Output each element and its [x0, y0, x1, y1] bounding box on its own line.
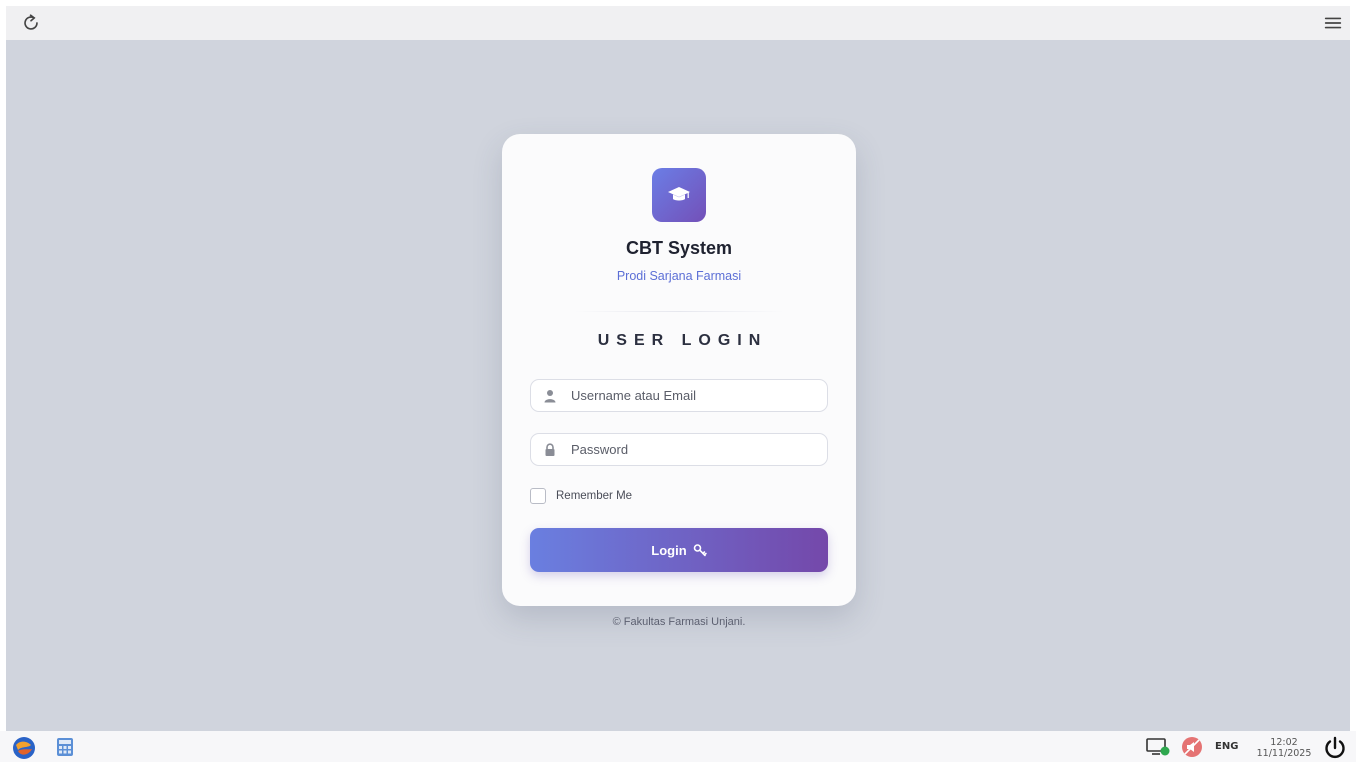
- key-icon: [693, 544, 707, 557]
- power-icon[interactable]: [1322, 735, 1348, 761]
- start-menu-icon[interactable]: [12, 736, 36, 760]
- app-subtitle: Prodi Sarjana Farmasi: [616, 269, 742, 283]
- network-icon[interactable]: [1146, 738, 1170, 756]
- username-field[interactable]: [530, 379, 828, 412]
- app-logo: [652, 168, 706, 222]
- app-title: CBT System: [625, 238, 733, 258]
- user-icon: [544, 390, 556, 403]
- lock-icon: [545, 443, 555, 456]
- login-heading: USER LOGIN: [597, 332, 768, 349]
- browser-toolbar: [6, 6, 1350, 40]
- copyright-text: © Fakultas Farmasi Unjani.: [612, 616, 746, 628]
- reload-icon[interactable]: [20, 12, 42, 34]
- remember-me[interactable]: Remember Me: [530, 487, 632, 505]
- password-field[interactable]: [530, 433, 828, 466]
- keyboard-language[interactable]: ENG: [1215, 741, 1238, 752]
- clock-time: 12:02: [1270, 737, 1298, 748]
- password-input[interactable]: [571, 434, 821, 465]
- login-card: CBT System Prodi Sarjana Farmasi USER LO…: [502, 134, 856, 606]
- calculator-app-icon[interactable]: [56, 737, 74, 757]
- volume-muted-icon[interactable]: [1181, 736, 1203, 758]
- username-input[interactable]: [571, 380, 821, 411]
- login-button[interactable]: Login: [530, 528, 828, 572]
- remember-me-label[interactable]: Remember Me: [556, 490, 632, 502]
- hamburger-menu-icon[interactable]: [1322, 12, 1344, 34]
- remember-me-checkbox[interactable]: [530, 488, 546, 504]
- page-viewport: CBT System Prodi Sarjana Farmasi USER LO…: [6, 40, 1350, 731]
- divider: [574, 311, 784, 312]
- login-button-label: Login: [651, 542, 687, 558]
- graduation-cap-icon: [668, 187, 690, 201]
- taskbar: ENG 12:02 11/11/2025: [0, 731, 1356, 762]
- system-clock[interactable]: 12:02 11/11/2025: [1256, 737, 1312, 759]
- clock-date: 11/11/2025: [1256, 748, 1312, 759]
